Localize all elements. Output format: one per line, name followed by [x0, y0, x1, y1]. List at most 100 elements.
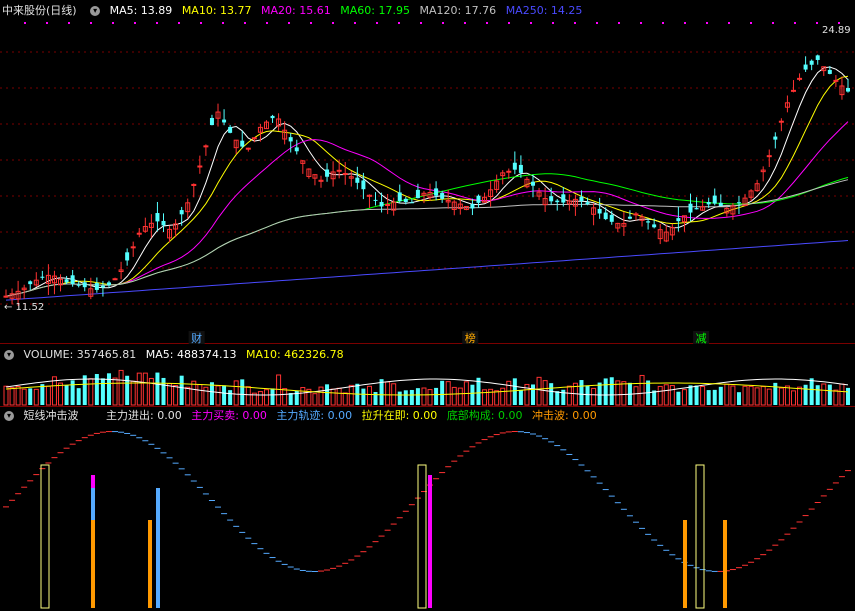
signal-dot: [24, 22, 26, 24]
volume-bar: [112, 377, 118, 406]
volume-bar: [348, 384, 354, 406]
candle-body: [603, 212, 608, 220]
signal-dot: [772, 22, 774, 24]
volume-bar: [815, 385, 820, 405]
candle-body: [161, 220, 166, 226]
candle-body: [736, 202, 741, 204]
candle-body: [100, 285, 105, 288]
volume-bar: [603, 378, 608, 405]
volume-bar: [282, 388, 288, 406]
candle-body: [706, 202, 711, 205]
signal-dot: [112, 22, 114, 24]
candle-body: [222, 119, 227, 123]
signal-bar: [156, 488, 160, 608]
volume-bar: [427, 389, 433, 406]
volume-bar: [639, 374, 645, 406]
candle-body: [585, 202, 590, 205]
volume-bar: [88, 378, 94, 406]
candle-body: [778, 120, 784, 123]
signal-dot: [332, 22, 334, 24]
candle-body: [646, 221, 651, 223]
signal-dot: [486, 22, 488, 24]
volume-bar: [325, 384, 330, 405]
volume-bar: [579, 380, 584, 405]
volume-bar: [173, 384, 179, 406]
candle-body: [773, 136, 778, 140]
candle-body: [440, 192, 445, 199]
signal-dot: [90, 22, 92, 24]
signal-dot: [508, 22, 510, 24]
volume-bar: [561, 389, 566, 405]
volume-bar: [21, 388, 27, 406]
candle-body: [561, 194, 566, 203]
volume-bar: [263, 389, 269, 406]
candle-body: [833, 79, 839, 82]
candle-body: [355, 177, 360, 183]
volume-bar: [197, 384, 203, 406]
volume-bar: [839, 383, 845, 406]
volume-bar: [257, 391, 263, 406]
volume-bar: [457, 387, 463, 406]
candle-body: [403, 198, 408, 202]
stock-chart[interactable]: 24.89 ← 11.52 财 榜 减: [0, 0, 855, 611]
grid: [0, 22, 855, 305]
signal-dot: [222, 22, 224, 24]
candle-body: [361, 180, 366, 190]
volume-bar: [240, 379, 245, 405]
volume-bar: [342, 392, 348, 406]
candle-body: [555, 200, 560, 203]
volume-bar: [142, 372, 148, 406]
volume-bar: [657, 385, 663, 406]
volume-bar: [415, 388, 420, 405]
candle-body: [597, 208, 602, 214]
candle-body: [28, 281, 33, 285]
candle-body: [40, 276, 45, 278]
signal-dot: [596, 22, 598, 24]
signal-bar: [723, 520, 727, 608]
candle-body: [325, 169, 330, 177]
volume-bar: [58, 382, 64, 406]
volume-bar: [797, 386, 803, 406]
volume-bar: [706, 390, 711, 405]
candle-body: [470, 204, 475, 209]
signal-dot: [156, 22, 158, 24]
signal-dot: [200, 22, 202, 24]
candle-body: [294, 147, 299, 152]
candle-body: [409, 202, 414, 204]
signal-dot: [838, 22, 840, 24]
volume-bar: [385, 381, 391, 406]
signal-dot: [530, 22, 532, 24]
volume-bar: [531, 384, 536, 405]
candle-body: [476, 195, 481, 203]
candle-body: [694, 208, 699, 210]
volume-bar: [434, 387, 439, 405]
signal-dot: [266, 22, 268, 24]
volume-bar: [748, 385, 754, 406]
signal-dot: [68, 22, 70, 24]
signal-dot: [574, 22, 576, 24]
candle-body: [549, 196, 554, 202]
volume-bar: [512, 378, 517, 405]
volume-bar: [130, 380, 136, 406]
volume-bar: [773, 382, 778, 405]
volume-bar: [633, 386, 639, 406]
signal-dot: [794, 22, 796, 24]
volume-bar: [118, 369, 124, 406]
ma5-line: [5, 66, 849, 297]
volume-bar: [330, 388, 336, 406]
candle-body: [251, 137, 257, 140]
signal-dot: [640, 22, 642, 24]
candle-body: [197, 165, 203, 168]
volume-bar: [760, 386, 766, 406]
indicator: [3, 431, 851, 609]
signal-dot: [662, 22, 664, 24]
signal-dot: [398, 22, 400, 24]
volume-bar: [827, 384, 832, 405]
candle-body: [179, 210, 184, 215]
volume-bar: [500, 387, 506, 406]
volume-bar: [45, 385, 51, 406]
volume-bar: [681, 389, 687, 406]
volume-bar: [494, 390, 500, 406]
signal-dot: [684, 22, 686, 24]
candle-body: [415, 189, 420, 199]
